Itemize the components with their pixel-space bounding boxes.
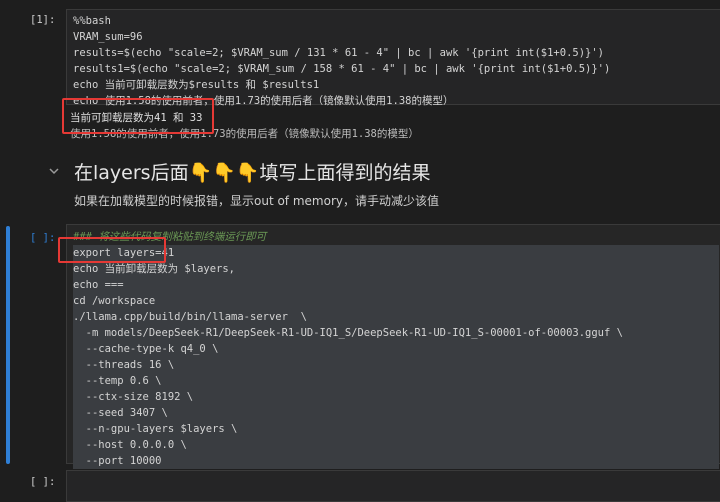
markdown-text: 如果在加载模型的时候报错，显示out of memory，请手动减少该值 (74, 194, 439, 208)
code-line: ### 将这些代码复制粘贴到终端运行即可 (73, 231, 267, 243)
code-line: --threads 16 \ (73, 357, 719, 373)
cell-output-1: 当前可卸载层数为41 和 33 使用1.58的使用前者，使用1.73的使用后者（… (70, 110, 419, 142)
code-line: ./llama.cpp/build/bin/llama-server \ (73, 309, 719, 325)
collapse-chevron-icon[interactable] (48, 165, 60, 177)
cell-prompt-3: [ ]: (30, 476, 56, 488)
code-line: %%bash (73, 15, 111, 27)
output-line: 使用1.58的使用前者，使用1.73的使用后者（镜像默认使用1.38的模型） (70, 128, 419, 140)
code-line: -m models/DeepSeek-R1/DeepSeek-R1-UD-IQ1… (73, 325, 719, 341)
code-cell-1[interactable]: %%bash VRAM_sum=96 results=$(echo "scale… (66, 9, 720, 107)
output-line: 当前可卸载层数为41 和 33 (70, 112, 203, 124)
code-line: --n-gpu-layers $layers \ (73, 421, 719, 437)
code-line: results1=$(echo "scale=2; $VRAM_sum / 15… (73, 63, 611, 75)
code-line: echo === (73, 277, 719, 293)
code-line: echo 当前可卸载层数为$results 和 $results1 (73, 79, 320, 91)
code-line: cd /workspace (73, 293, 719, 309)
code-line: export layers=41 (73, 245, 719, 261)
code-line: --temp 0.6 \ (73, 373, 719, 389)
code-line: --ctx-size 8192 \ (73, 389, 719, 405)
code-cell-2[interactable]: ### 将这些代码复制粘贴到终端运行即可 export layers=41 ec… (66, 224, 720, 469)
code-line: --cache-type-k q4_0 \ (73, 341, 719, 357)
code-line: --host 0.0.0.0 \ (73, 437, 719, 453)
code-line: echo 使用1.58的使用前者，使用1.73的使用后者（镜像默认使用1.38的… (73, 95, 454, 107)
code-line: --seed 3407 \ (73, 405, 719, 421)
code-line: echo 当前卸载层数为 $layers, (73, 261, 719, 277)
code-line: VRAM_sum=96 (73, 31, 143, 43)
code-line: --port 10000 (73, 453, 719, 469)
markdown-heading: 在layers后面👇👇👇填写上面得到的结果 (74, 162, 431, 184)
cell-prompt-1: [1]: (30, 14, 56, 26)
cell-selection-bar (6, 226, 10, 464)
code-line: results=$(echo "scale=2; $VRAM_sum / 131… (73, 47, 605, 59)
code-cell-3[interactable] (66, 470, 720, 502)
cell-prompt-2: [ ]: (30, 232, 56, 244)
